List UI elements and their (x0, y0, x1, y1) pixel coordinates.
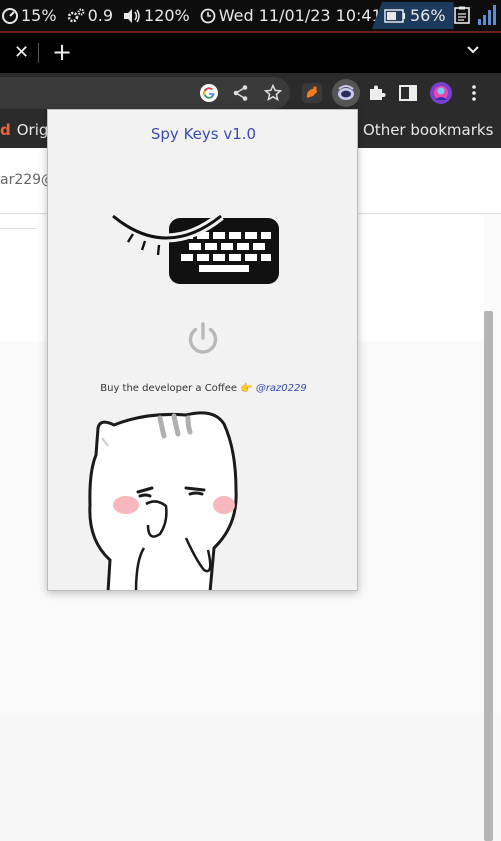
google-icon[interactable] (197, 81, 221, 105)
battery-icon (384, 8, 405, 23)
load-indicator: 0.9 (67, 6, 113, 25)
spy-keys-icon[interactable] (332, 79, 360, 107)
close-icon[interactable]: ✕ (14, 42, 29, 63)
system-status-bar: 15% 0.9 120% Wed 11/01/23 10:41 56% (0, 0, 501, 33)
cat-sticker-icon (88, 411, 238, 590)
battery-value: 56% (410, 6, 446, 25)
power-button-icon[interactable] (185, 321, 221, 357)
star-icon[interactable] (261, 81, 285, 105)
coffee-text: Buy the developer a Coffee 👉 (100, 383, 253, 394)
load-value: 0.9 (87, 6, 114, 25)
browser-toolbar (0, 73, 501, 113)
cpu-value: 15% (21, 6, 57, 25)
clock-icon (200, 8, 216, 23)
chevron-down-icon[interactable] (466, 45, 480, 55)
volume-value: 120% (144, 6, 190, 25)
datetime-text: Wed 11/01/23 10:41 (218, 6, 382, 25)
developer-handle-link[interactable]: @raz0229 (256, 383, 307, 394)
clipboard-icon[interactable] (454, 6, 470, 24)
puzzle-icon[interactable] (365, 81, 389, 105)
tab-separator (38, 43, 39, 63)
divider (0, 228, 36, 229)
speaker-icon (124, 8, 140, 23)
gears-icon (67, 8, 85, 22)
bookmark-label: Orig (16, 121, 49, 139)
profile-avatar-icon[interactable] (428, 80, 454, 106)
coffee-link-line: Buy the developer a Coffee 👉 @raz0229 (48, 383, 357, 394)
kebab-menu-icon[interactable] (462, 81, 486, 105)
signal-bars-icon (478, 5, 496, 25)
sidepanel-icon[interactable] (396, 81, 420, 105)
battery-indicator: 56% (372, 2, 454, 29)
cpu-gauge-icon (2, 7, 18, 24)
popup-title: Spy Keys v1.0 (150, 125, 257, 143)
scrollbar[interactable] (484, 311, 493, 841)
extension-orange-icon[interactable] (300, 81, 324, 105)
bookmark-favicon: d (0, 121, 11, 139)
cpu-indicator: 15% (2, 6, 57, 25)
plus-icon[interactable]: + (52, 38, 72, 66)
other-bookmarks[interactable]: Other bookmarks (363, 121, 493, 139)
bookmark-item[interactable]: d Orig (0, 121, 48, 139)
clock: Wed 11/01/23 10:41 (200, 6, 382, 25)
eye-keyboard-logo-icon (111, 212, 279, 284)
tab-strip: ✕ + (0, 33, 501, 73)
extension-popup: Spy Keys v1.0 Buy the developer a Coffee… (47, 109, 358, 591)
volume-indicator: 120% (123, 6, 190, 25)
share-icon[interactable] (229, 81, 253, 105)
